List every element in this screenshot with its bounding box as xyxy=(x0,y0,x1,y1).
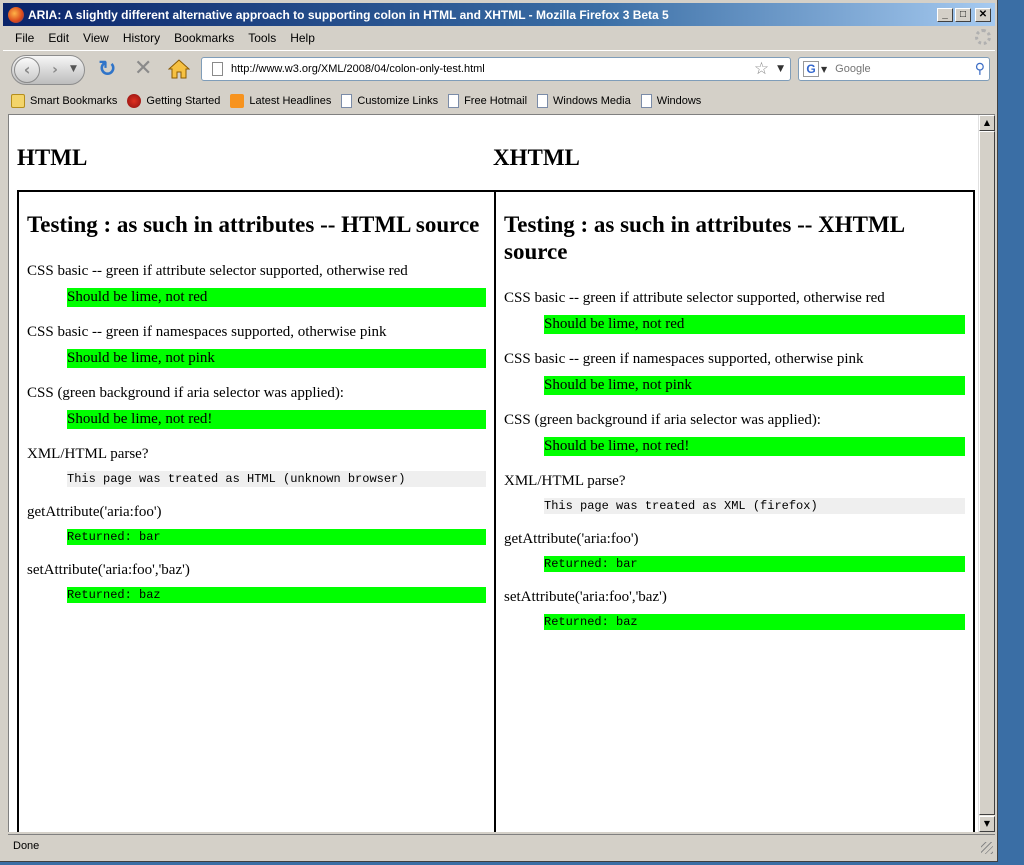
bookmark-windows-media[interactable]: Windows Media xyxy=(537,94,631,108)
bookmark-smart-bookmarks[interactable]: Smart Bookmarks xyxy=(11,94,117,108)
page-content: HTML XHTML Testing : as such in attribut… xyxy=(17,115,975,832)
test-label: setAttribute('aria:foo','baz') xyxy=(27,562,190,578)
menu-file[interactable]: File xyxy=(3,31,41,45)
throbber-icon xyxy=(975,29,991,45)
test-label: CSS basic -- green if attribute selector… xyxy=(504,290,885,306)
test-label: getAttribute('aria:foo') xyxy=(504,531,639,547)
menu-help[interactable]: Help xyxy=(283,31,322,45)
menu-edit[interactable]: Edit xyxy=(41,31,76,45)
bookmark-star-icon[interactable]: ☆ xyxy=(754,59,769,79)
test-label: CSS (green background if aria selector w… xyxy=(27,385,344,401)
scroll-down-button[interactable]: ▼ xyxy=(979,816,995,832)
rss-icon xyxy=(230,94,245,108)
columns-table: Testing : as such in attributes -- HTML … xyxy=(17,190,975,832)
test-label: XML/HTML parse? xyxy=(504,473,626,489)
back-button[interactable]: ‹ xyxy=(14,57,40,83)
vertical-scrollbar[interactable]: ▲ ▼ xyxy=(978,115,995,832)
firefox-icon xyxy=(8,6,24,23)
history-dropdown-icon[interactable]: ▼ xyxy=(70,64,77,74)
search-input[interactable] xyxy=(833,62,975,76)
test-result: Should be lime, not red xyxy=(67,288,486,307)
reload-icon[interactable]: ↻ xyxy=(98,57,116,82)
url-dropdown-icon[interactable]: ▼ xyxy=(777,64,784,74)
stop-icon[interactable]: ✕ xyxy=(134,56,152,81)
home-icon[interactable] xyxy=(168,58,190,80)
menu-view[interactable]: View xyxy=(76,31,116,45)
xhtml-heading: XHTML xyxy=(493,145,580,170)
test-result: Returned: bar xyxy=(67,529,486,545)
test-label: setAttribute('aria:foo','baz') xyxy=(504,589,667,605)
menu-bookmarks[interactable]: Bookmarks xyxy=(167,31,241,45)
maximize-button[interactable]: □ xyxy=(955,7,971,22)
menu-tools[interactable]: Tools xyxy=(241,31,283,45)
test-result: Returned: bar xyxy=(544,556,965,572)
page-icon xyxy=(640,94,652,108)
back-forward-group: ‹ › ▼ xyxy=(11,55,85,85)
page-viewport: HTML XHTML Testing : as such in attribut… xyxy=(8,114,995,832)
test-label: getAttribute('aria:foo') xyxy=(27,504,162,520)
browser-window: ARIA: A slightly different alternative a… xyxy=(0,0,998,862)
test-label: CSS (green background if aria selector w… xyxy=(504,412,821,428)
bookmark-windows[interactable]: Windows xyxy=(640,94,701,108)
page-icon xyxy=(212,62,223,76)
url-text[interactable]: http://www.w3.org/XML/2008/04/colon-only… xyxy=(231,63,754,75)
xhtml-section-title: Testing : as such in attributes -- XHTML… xyxy=(504,212,904,264)
bookmark-getting-started[interactable]: Getting Started xyxy=(127,94,220,108)
test-result: Should be lime, not red! xyxy=(544,437,965,456)
resize-grip[interactable] xyxy=(981,842,993,854)
xhtml-column: Testing : as such in attributes -- XHTML… xyxy=(494,192,975,832)
bookmarks-toolbar: Smart Bookmarks Getting Started Latest H… xyxy=(3,90,995,112)
test-result: This page was treated as XML (firefox) xyxy=(544,498,965,514)
bookmark-free-hotmail[interactable]: Free Hotmail xyxy=(448,94,527,108)
test-label: CSS basic -- green if namespaces support… xyxy=(27,324,387,340)
search-engine-dropdown-icon[interactable]: ▼ xyxy=(821,65,827,74)
test-result: Returned: baz xyxy=(67,587,486,603)
test-result: Returned: baz xyxy=(544,614,965,630)
window-title: ARIA: A slightly different alternative a… xyxy=(28,7,669,22)
menu-bar: File Edit View History Bookmarks Tools H… xyxy=(3,27,995,49)
test-label: XML/HTML parse? xyxy=(27,446,149,462)
forward-button[interactable]: › xyxy=(44,61,66,79)
status-bar: Done xyxy=(8,834,995,856)
test-result: Should be lime, not red! xyxy=(67,410,486,429)
page-icon xyxy=(537,94,549,108)
google-icon[interactable]: G xyxy=(803,61,819,77)
bookmark-latest-headlines[interactable]: Latest Headlines xyxy=(230,94,331,108)
search-icon[interactable]: ⚲ xyxy=(975,61,985,77)
search-bar: G ▼ ⚲ xyxy=(798,57,990,81)
title-bar: ARIA: A slightly different alternative a… xyxy=(3,3,995,26)
menu-history[interactable]: History xyxy=(116,31,167,45)
page-icon xyxy=(341,94,353,108)
test-result: Should be lime, not pink xyxy=(67,349,486,368)
test-result: Should be lime, not red xyxy=(544,315,965,334)
status-text: Done xyxy=(13,839,40,852)
page-icon xyxy=(448,94,460,108)
html-column: Testing : as such in attributes -- HTML … xyxy=(17,192,494,832)
url-bar[interactable]: http://www.w3.org/XML/2008/04/colon-only… xyxy=(201,57,791,81)
bookmark-customize-links[interactable]: Customize Links xyxy=(341,94,438,108)
html-heading: HTML xyxy=(17,145,88,170)
minimize-button[interactable]: _ xyxy=(937,7,953,22)
test-result: This page was treated as HTML (unknown b… xyxy=(67,471,486,487)
html-section-title: Testing : as such in attributes -- HTML … xyxy=(27,212,480,237)
test-label: CSS basic -- green if namespaces support… xyxy=(504,351,864,367)
test-label: CSS basic -- green if attribute selector… xyxy=(27,263,408,279)
folder-icon xyxy=(11,94,25,108)
close-button[interactable]: ✕ xyxy=(975,7,991,22)
navigation-toolbar: ‹ › ▼ ↻ ✕ http://www.w3.org/XML/2008/04/… xyxy=(3,50,995,89)
scroll-thumb[interactable] xyxy=(979,131,995,815)
test-result: Should be lime, not pink xyxy=(544,376,965,395)
scroll-up-button[interactable]: ▲ xyxy=(979,115,995,131)
getting-started-icon xyxy=(127,94,142,108)
